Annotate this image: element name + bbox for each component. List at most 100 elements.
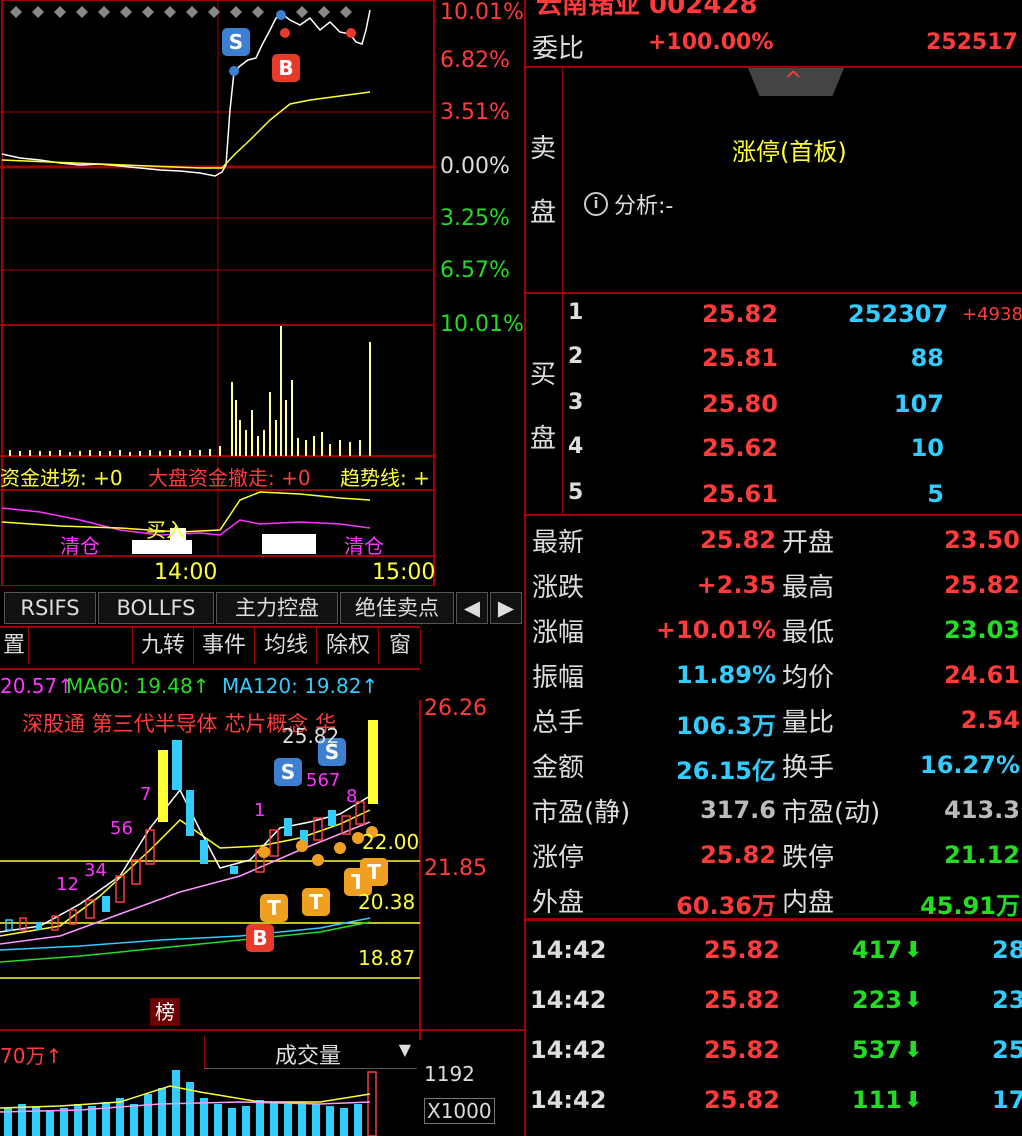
stat-value: 16.27%: [920, 751, 1020, 779]
level-volume: 10: [910, 434, 944, 462]
nine-turn-count: 567: [306, 770, 341, 791]
analysis-text[interactable]: 分析:-: [614, 188, 673, 220]
kline-price-label: 18.87: [358, 946, 416, 970]
divider: [526, 292, 1022, 294]
stock-title: 云南锗业 002428: [536, 0, 758, 20]
volume-left-label: 70万↑: [0, 1044, 63, 1068]
arrow-down-icon: ⬇: [904, 1038, 923, 1063]
tick-volume: 111: [851, 1086, 902, 1114]
limit-up-status: 涨停(首板): [732, 138, 847, 166]
stat-value: +10.01%: [655, 616, 776, 644]
indicator-text: 资金进场: +0: [0, 466, 123, 490]
pct-label: 6.82%: [440, 48, 510, 73]
level-index: 5: [568, 480, 584, 505]
buy-side-label: 买: [530, 360, 557, 390]
tick-volume: 417: [851, 936, 902, 964]
sell-side-label: 卖: [530, 134, 557, 164]
stat-label: 市盈(静): [532, 798, 631, 828]
tab-main-control[interactable]: 主力控盘: [216, 592, 338, 624]
tick-time: 14:42: [530, 1036, 607, 1064]
time-label: 14:00: [154, 560, 218, 585]
stat-value: 413.3: [944, 796, 1020, 824]
tick-price: 25.82: [704, 1036, 780, 1064]
buy-side-label: 盘: [530, 424, 557, 454]
nine-turn-count: 12: [56, 874, 79, 895]
t-signal-tag: T: [302, 888, 330, 916]
toolbar-window[interactable]: 窗: [380, 628, 421, 664]
tick-volume: 223: [851, 986, 902, 1014]
volume-right-label: 1192: [424, 1062, 475, 1086]
stat-label: 量比: [782, 708, 835, 738]
tick-price: 25.82: [704, 936, 780, 964]
pct-label: 0.00%: [440, 154, 510, 179]
stat-label: 涨停: [532, 843, 585, 873]
tick-volume: 537: [851, 1036, 902, 1064]
stat-label: 内盘: [782, 888, 835, 918]
stat-label: 总手: [532, 708, 585, 738]
stat-value: 45.91万: [920, 892, 1020, 920]
kline-price-label: 22.00: [362, 830, 420, 854]
signal-dot: [276, 10, 286, 20]
sell-signal-tag: S: [222, 28, 250, 56]
level-index: 1: [568, 300, 584, 325]
kline-chart[interactable]: 12 34 56 7 1 567 8 S S B T T T T 25.82 2…: [0, 696, 524, 1040]
stat-value: 23.50: [944, 526, 1020, 554]
pct-label: 6.57%: [440, 258, 510, 283]
t-signal-tag: T: [360, 858, 388, 886]
intraday-svg: [0, 0, 435, 586]
signal-dot: [229, 66, 239, 76]
intraday-chart[interactable]: S B 10.01% 6.82% 3.51% 0.00% 3.25% 6.57%…: [0, 0, 524, 586]
sell-side-label: 盘: [530, 198, 557, 228]
tab-scroll-left[interactable]: ◀: [456, 592, 488, 624]
volume-svg: [0, 1070, 377, 1136]
commission-ratio: +100.00%: [648, 30, 774, 55]
tab-bollfs[interactable]: BOLLFS: [98, 592, 214, 624]
stat-label: 涨跌: [532, 573, 585, 603]
volume-panel[interactable]: 70万↑ 成交量 ▼ 1192 X1000: [0, 1032, 524, 1136]
toolbar-settings[interactable]: 置: [0, 628, 29, 664]
buy-signal-tag: B: [272, 54, 300, 82]
stat-label: 外盘: [532, 888, 585, 918]
stat-label: 金额: [532, 753, 585, 783]
stat-label: 涨幅: [532, 618, 585, 648]
divider: [526, 918, 1022, 921]
toolbar-ma[interactable]: 均线: [256, 628, 317, 664]
rank-badge[interactable]: 榜: [150, 998, 180, 1026]
stat-label: 换手: [782, 753, 835, 783]
tick-price: 25.82: [704, 986, 780, 1014]
buy-signal-tag: B: [246, 924, 274, 952]
toolbar-exright[interactable]: 除权: [318, 628, 379, 664]
tick-count: 23: [992, 986, 1022, 1014]
stat-value: 26.15亿: [676, 757, 776, 785]
ma60-label: MA60: 19.48↑: [66, 674, 210, 698]
stat-label: 最新: [532, 528, 585, 558]
pct-label: 3.25%: [440, 206, 510, 231]
level-price: 25.61: [702, 480, 778, 508]
toolbar-events[interactable]: 事件: [194, 628, 255, 664]
tab-best-sell[interactable]: 绝佳卖点: [340, 592, 454, 624]
level-volume: 252307: [848, 300, 949, 328]
collapse-button[interactable]: ^: [748, 68, 844, 96]
tab-scroll-right[interactable]: ▶: [490, 592, 522, 624]
stat-value: 106.3万: [676, 712, 776, 740]
volume-right-label: X1000: [424, 1098, 495, 1124]
indicator-text: 趋势线: +: [340, 466, 430, 490]
pct-label: 3.51%: [440, 100, 510, 125]
kline-price-label: 20.38: [358, 890, 416, 914]
level-volume: 88: [910, 344, 944, 372]
arrow-down-icon: ⬇: [904, 938, 923, 963]
level-price: 25.80: [702, 390, 778, 418]
stat-value: 24.61: [944, 661, 1020, 689]
stat-label: 市盈(动): [782, 798, 881, 828]
divider: [526, 514, 1022, 516]
toolbar-nine-turn[interactable]: 九转: [132, 628, 194, 664]
stat-label: 最低: [782, 618, 835, 648]
signal-dot: [346, 28, 356, 38]
volume-dropdown[interactable]: 成交量 ▼: [204, 1036, 417, 1069]
tick-time: 14:42: [530, 986, 607, 1014]
info-icon[interactable]: i: [584, 192, 608, 216]
level-change: +4938: [962, 304, 1022, 325]
tab-rsifs[interactable]: RSIFS: [4, 592, 96, 624]
tick-count: 25: [992, 1036, 1022, 1064]
stat-value: 60.36万: [676, 892, 776, 920]
